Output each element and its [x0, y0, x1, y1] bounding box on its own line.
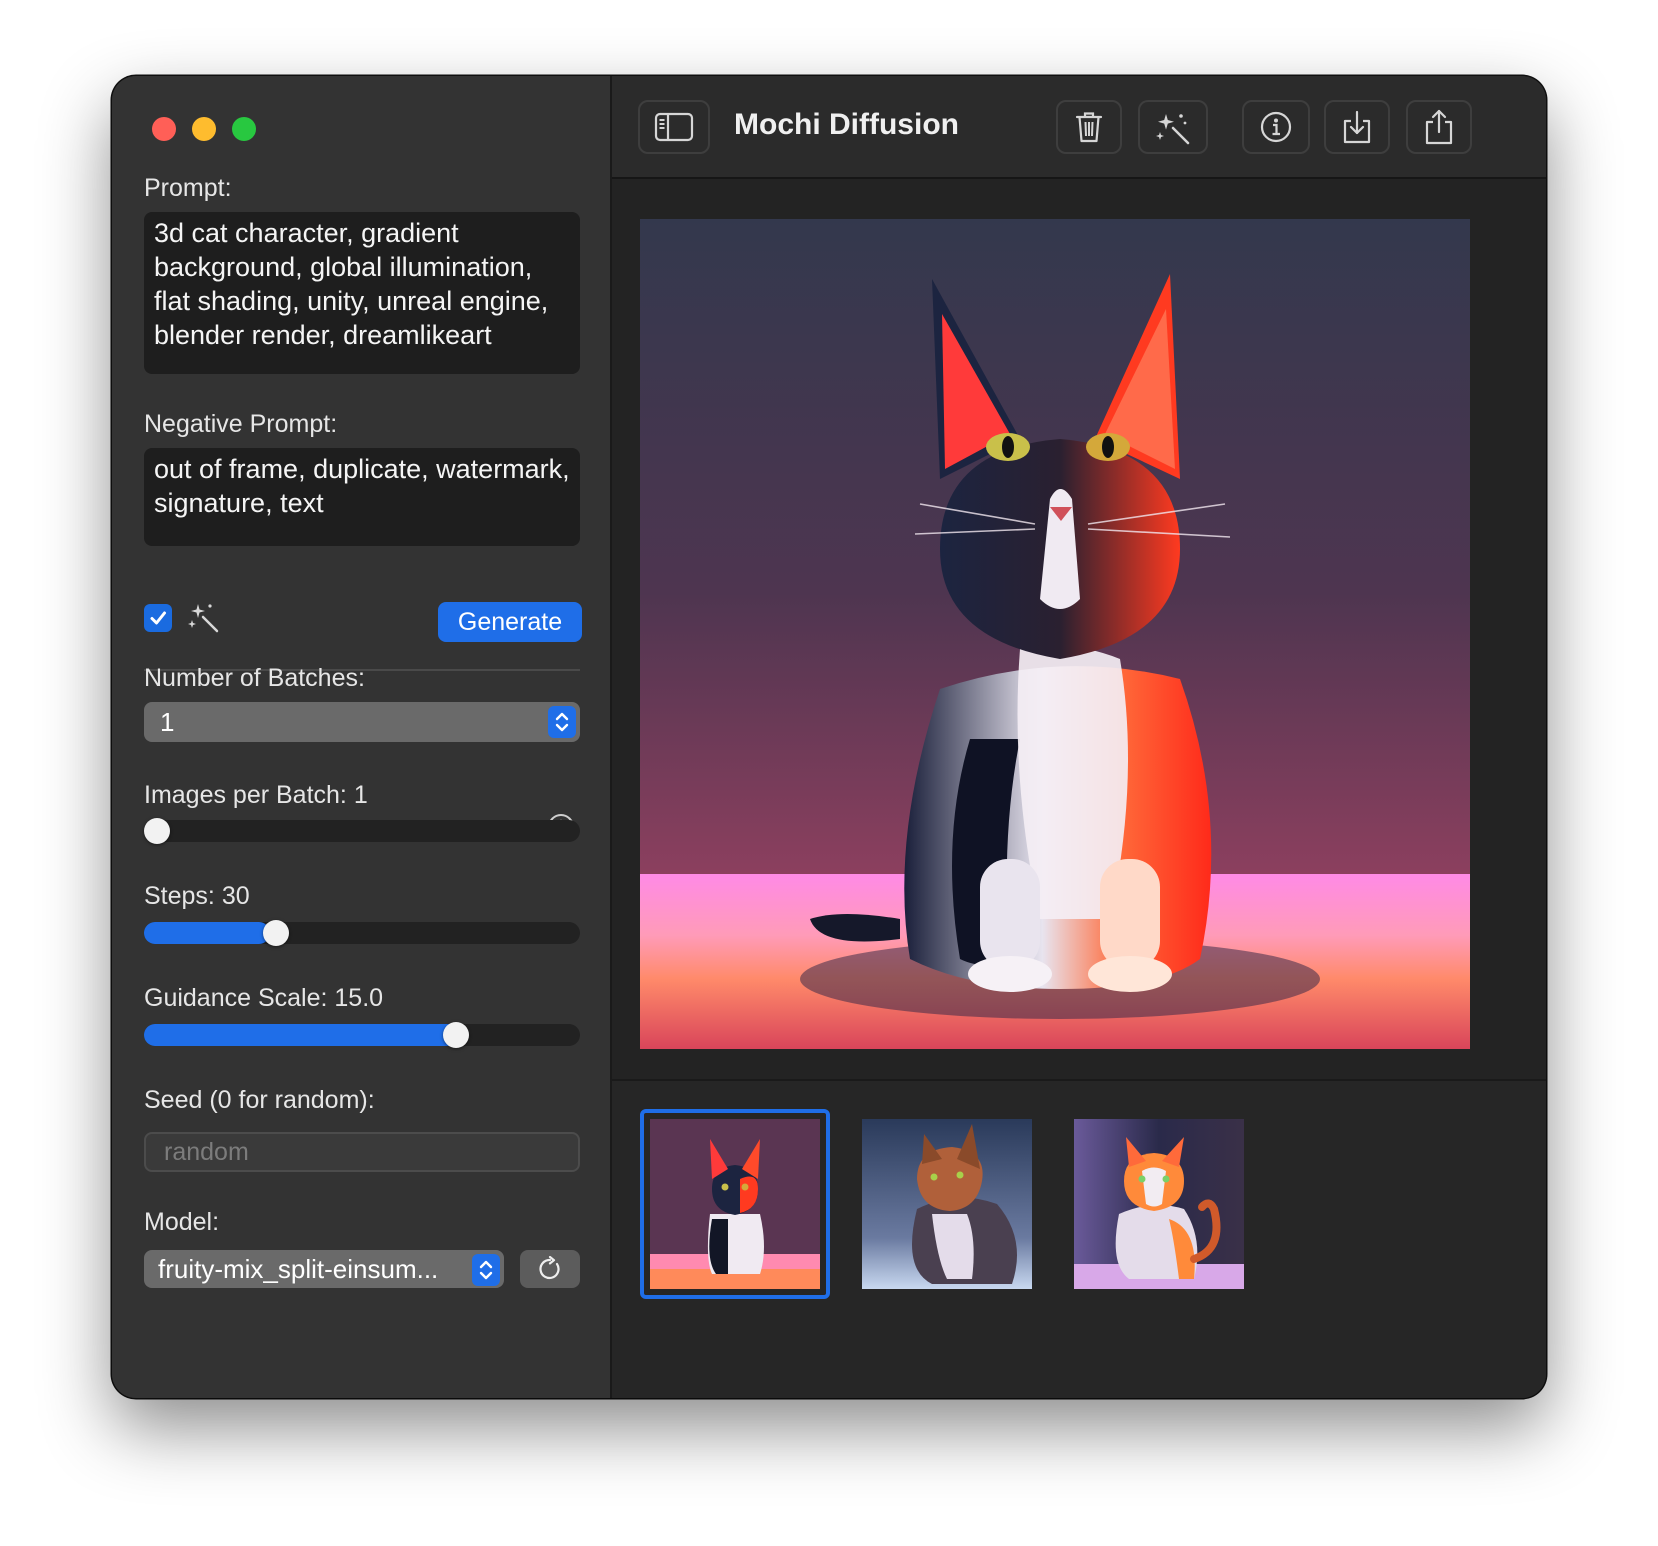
zoom-window-button[interactable]	[232, 117, 256, 141]
model-label: Model:	[144, 1208, 220, 1236]
sidebar-toggle-icon	[654, 112, 694, 142]
app-title: Mochi Diffusion	[734, 108, 959, 141]
share-button[interactable]	[1406, 100, 1472, 154]
sparkles-icon	[1156, 114, 1190, 145]
generated-image-preview[interactable]	[640, 219, 1470, 1049]
save-button[interactable]	[1324, 100, 1390, 154]
guidance-scale-label: Guidance Scale: 15.0	[144, 984, 384, 1012]
window-controls	[152, 117, 256, 141]
guidance-scale-slider[interactable]	[144, 1022, 580, 1048]
batches-stepper[interactable]	[548, 706, 576, 738]
batches-select[interactable]: 1	[144, 702, 580, 742]
toggle-sidebar-button[interactable]	[638, 100, 710, 154]
gallery-thumbnail[interactable]	[640, 1109, 830, 1299]
thumbnail-image	[1074, 1119, 1244, 1289]
chevron-up-down-icon	[555, 712, 569, 732]
negative-prompt-input[interactable]: out of frame, duplicate, watermark, sign…	[144, 448, 580, 546]
images-per-batch-knob[interactable]	[144, 818, 170, 844]
gallery-thumbnail[interactable]	[862, 1119, 1032, 1289]
guidance-scale-knob[interactable]	[443, 1022, 470, 1048]
seed-label: Seed (0 for random):	[144, 1086, 375, 1114]
checkmark-icon	[150, 611, 166, 625]
sidebar: Prompt: 3d cat character, gradient backg…	[112, 76, 612, 1398]
upscale-button[interactable]	[1138, 100, 1208, 154]
guidance-scale-fill	[144, 1024, 463, 1046]
reload-models-button[interactable]	[520, 1250, 580, 1288]
steps-knob[interactable]	[262, 920, 289, 946]
share-icon	[1425, 109, 1453, 145]
sparkles-icon	[188, 604, 219, 633]
batches-label: Number of Batches:	[144, 664, 365, 693]
gallery-strip	[612, 1079, 1546, 1398]
refresh-icon	[539, 1256, 560, 1280]
image-info-button[interactable]	[1242, 100, 1310, 154]
download-icon	[1343, 110, 1371, 144]
prompt-input[interactable]: 3d cat character, gradient background, g…	[144, 212, 580, 374]
close-window-button[interactable]	[152, 117, 176, 141]
toolbar: Mochi Diffusion	[612, 76, 1546, 179]
model-value: fruity-mix_split-einsum...	[158, 1253, 439, 1284]
batches-value: 1	[160, 706, 175, 737]
minimize-window-button[interactable]	[192, 117, 216, 141]
gallery-thumbnail[interactable]	[1074, 1119, 1244, 1289]
cat-image	[640, 219, 1470, 1049]
images-per-batch-label: Images per Batch: 1	[144, 781, 368, 809]
images-per-batch-slider[interactable]	[144, 818, 580, 844]
trash-icon	[1075, 112, 1103, 143]
thumbnail-image	[862, 1119, 1032, 1289]
generate-button[interactable]: Generate	[438, 602, 582, 642]
steps-label: Steps: 30	[144, 882, 250, 910]
app-window: Prompt: 3d cat character, gradient backg…	[112, 76, 1546, 1398]
negative-prompt-label: Negative Prompt:	[144, 410, 338, 438]
upscale-checkbox[interactable]	[144, 604, 172, 632]
chevron-up-down-icon	[479, 1260, 493, 1280]
prompt-label: Prompt:	[144, 174, 232, 202]
seed-input[interactable]: random	[144, 1132, 580, 1172]
delete-button[interactable]	[1056, 100, 1122, 154]
main-panel: Mochi Diffusion	[612, 76, 1546, 1398]
model-stepper[interactable]	[472, 1254, 500, 1286]
model-select[interactable]: fruity-mix_split-einsum...	[144, 1250, 504, 1288]
thumbnail-image	[650, 1119, 820, 1289]
batches-label-text: Number of Batches:	[144, 664, 365, 692]
steps-fill	[144, 922, 271, 944]
info-icon	[1260, 111, 1292, 143]
steps-slider[interactable]	[144, 920, 580, 946]
